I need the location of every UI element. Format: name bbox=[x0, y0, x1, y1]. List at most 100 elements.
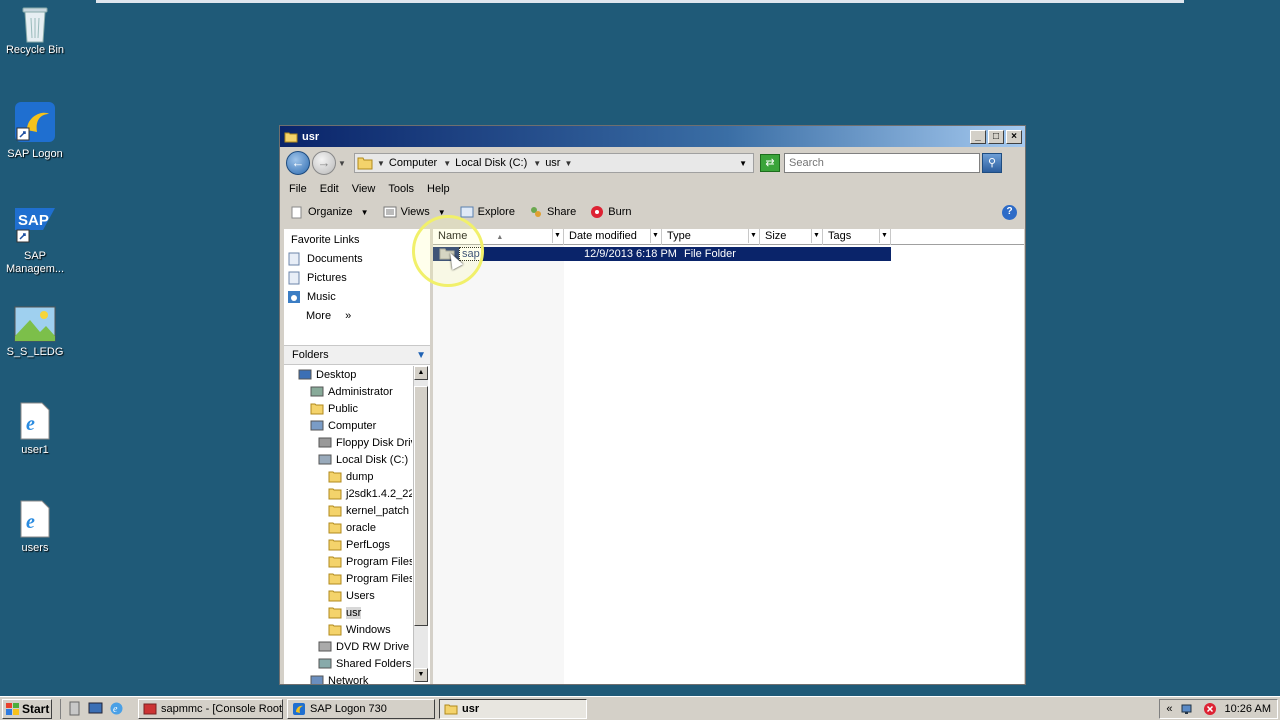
recent-pages-dropdown[interactable]: ▼ bbox=[338, 159, 348, 168]
tree-item[interactable]: dump bbox=[284, 468, 412, 485]
folder-tree: Desktop Administrator Public Computer Floppy… bbox=[284, 366, 412, 684]
show-desktop-icon[interactable] bbox=[88, 701, 103, 716]
tree-item[interactable]: kernel_patch bbox=[284, 502, 412, 519]
tree-item[interactable]: Program Files bbox=[284, 553, 412, 570]
close-button[interactable]: × bbox=[1006, 129, 1022, 144]
scroll-up-button[interactable]: ▲ bbox=[414, 366, 428, 380]
tree-item[interactable]: Public bbox=[284, 400, 412, 417]
desktop-icon-label: users bbox=[21, 542, 49, 554]
column-filter-dropdown[interactable]: ▼ bbox=[748, 229, 758, 243]
menu-view[interactable]: View bbox=[352, 183, 376, 195]
taskbar-item-sap-logon[interactable]: SAP Logon 730 bbox=[287, 698, 435, 719]
more-links-button[interactable]: More » bbox=[284, 306, 430, 325]
folders-header[interactable]: Folders ▼ bbox=[284, 345, 430, 365]
minimize-button[interactable]: _ bbox=[970, 129, 986, 144]
back-button[interactable]: ← bbox=[286, 151, 310, 175]
address-dropdown[interactable]: ▼ bbox=[739, 159, 747, 168]
breadcrumb-computer[interactable]: ▼ Computer bbox=[377, 157, 437, 169]
breadcrumb-local-disk[interactable]: ▼ Local Disk (C:) bbox=[443, 157, 527, 169]
network-status-icon[interactable] bbox=[1181, 702, 1195, 716]
favorite-link-pictures[interactable]: Pictures bbox=[284, 268, 430, 287]
maximize-button[interactable]: □ bbox=[988, 129, 1004, 144]
explore-button[interactable]: Explore bbox=[460, 205, 515, 219]
scroll-down-button[interactable]: ▼ bbox=[414, 668, 428, 682]
search-icon[interactable]: ⚲ bbox=[982, 153, 1002, 173]
window-title: usr bbox=[302, 130, 320, 143]
column-header-tags[interactable]: Tags ▼ bbox=[823, 229, 891, 245]
desktop-icon-recycle-bin[interactable]: Recycle Bin bbox=[0, 4, 70, 57]
column-filter-dropdown[interactable]: ▼ bbox=[879, 229, 889, 243]
column-filter-dropdown[interactable]: ▼ bbox=[650, 229, 660, 243]
quick-launch: e bbox=[60, 698, 124, 719]
internet-explorer-icon[interactable]: e bbox=[109, 701, 124, 716]
start-button[interactable]: Start bbox=[2, 698, 52, 719]
refresh-button[interactable]: ⇄ bbox=[760, 154, 780, 172]
column-filter-dropdown[interactable]: ▼ bbox=[552, 229, 562, 243]
image-file-icon bbox=[14, 306, 56, 342]
tree-item[interactable]: Network bbox=[284, 672, 412, 684]
folder-icon bbox=[328, 572, 342, 585]
internet-shortcut-icon: e bbox=[20, 500, 50, 538]
tree-item[interactable]: Windows bbox=[284, 621, 412, 638]
menu-tools[interactable]: Tools bbox=[388, 183, 414, 195]
menu-edit[interactable]: Edit bbox=[320, 183, 339, 195]
svg-text:e: e bbox=[113, 704, 118, 715]
tray-collapse-button[interactable]: « bbox=[1166, 703, 1172, 715]
menu-help[interactable]: Help bbox=[427, 183, 450, 195]
alert-icon[interactable] bbox=[1203, 702, 1217, 716]
favorite-link-documents[interactable]: Documents bbox=[284, 249, 430, 268]
server-manager-icon[interactable] bbox=[67, 701, 82, 716]
favorite-link-music[interactable]: Music bbox=[284, 287, 430, 306]
column-header-date-modified[interactable]: Date modified ▼ bbox=[564, 229, 662, 245]
column-filter-dropdown[interactable]: ▼ bbox=[811, 229, 821, 243]
tree-item[interactable]: Users bbox=[284, 587, 412, 604]
tree-item[interactable]: DVD RW Drive (D:) bbox=[284, 638, 412, 655]
tree-item[interactable]: Floppy Disk Drive bbox=[284, 434, 412, 451]
tree-item[interactable]: usr bbox=[284, 604, 412, 621]
tree-item[interactable]: Local Disk (C:) bbox=[284, 451, 412, 468]
taskbar-item-usr[interactable]: usr bbox=[439, 698, 587, 719]
favorite-link-label: Music bbox=[307, 290, 336, 303]
taskbar-item-sapmmc[interactable]: sapmmc - [Console Root\... bbox=[138, 698, 283, 719]
column-label: Type bbox=[667, 230, 691, 242]
desktop-icon-sap-management[interactable]: SAP SAP Managem... bbox=[0, 206, 70, 276]
desktop-icon-label: Recycle Bin bbox=[5, 44, 65, 56]
desktop-icon-label: user1 bbox=[21, 444, 49, 456]
tree-item[interactable]: Program Files (x86) bbox=[284, 570, 412, 587]
desktop-icon-label-text: SAP Managem... bbox=[5, 250, 65, 275]
tree-item-label: Network bbox=[328, 674, 369, 685]
tree-item-label: Public bbox=[328, 402, 358, 415]
breadcrumb-usr[interactable]: ▼ usr ▼ bbox=[533, 157, 576, 169]
menu-file[interactable]: File bbox=[289, 183, 307, 195]
tree-item[interactable]: PerfLogs bbox=[284, 536, 412, 553]
address-bar[interactable]: ▼ Computer ▼ Local Disk (C:) ▼ usr ▼ ▼ bbox=[354, 153, 754, 173]
desktop-icon-s-s-ledg[interactable]: S_S_LEDG bbox=[0, 306, 70, 359]
scroll-thumb[interactable] bbox=[414, 386, 428, 626]
forward-button[interactable]: → bbox=[312, 151, 336, 175]
clock[interactable]: 10:26 AM bbox=[1225, 703, 1271, 715]
tree-item[interactable]: Computer bbox=[284, 417, 412, 434]
desktop-icon-users[interactable]: e users bbox=[0, 500, 70, 555]
tree-item-label: j2sdk1.4.2_22 bbox=[346, 487, 412, 500]
tree-item[interactable]: j2sdk1.4.2_22 bbox=[284, 485, 412, 502]
burn-button[interactable]: Burn bbox=[590, 205, 632, 219]
search-input[interactable] bbox=[784, 153, 980, 173]
column-header-type[interactable]: Type ▼ bbox=[662, 229, 760, 245]
tree-item[interactable]: oracle bbox=[284, 519, 412, 536]
window-titlebar[interactable]: usr _ □ × bbox=[280, 126, 1025, 147]
folder-icon bbox=[328, 487, 342, 500]
svg-text:SAP: SAP bbox=[18, 212, 49, 229]
desktop-icon-sap-logon[interactable]: SAP Logon bbox=[0, 100, 70, 161]
desktop-icon-user1[interactable]: e user1 bbox=[0, 402, 70, 457]
help-icon[interactable]: ? bbox=[1002, 204, 1017, 220]
file-row-sap[interactable]: sap 12/9/2013 6:18 PM File Folder bbox=[433, 247, 891, 261]
folder-icon bbox=[328, 521, 342, 534]
tree-item[interactable]: Shared Folders (\\ bbox=[284, 655, 412, 672]
organize-button[interactable]: Organize ▼ bbox=[290, 205, 369, 219]
floppy-drive-icon bbox=[318, 436, 332, 449]
share-button[interactable]: Share bbox=[529, 205, 576, 219]
tree-item[interactable]: Desktop bbox=[284, 366, 412, 383]
tree-item[interactable]: Administrator bbox=[284, 383, 412, 400]
tree-scrollbar[interactable]: ▲ ▼ bbox=[413, 366, 428, 682]
column-header-size[interactable]: Size ▼ bbox=[760, 229, 823, 245]
